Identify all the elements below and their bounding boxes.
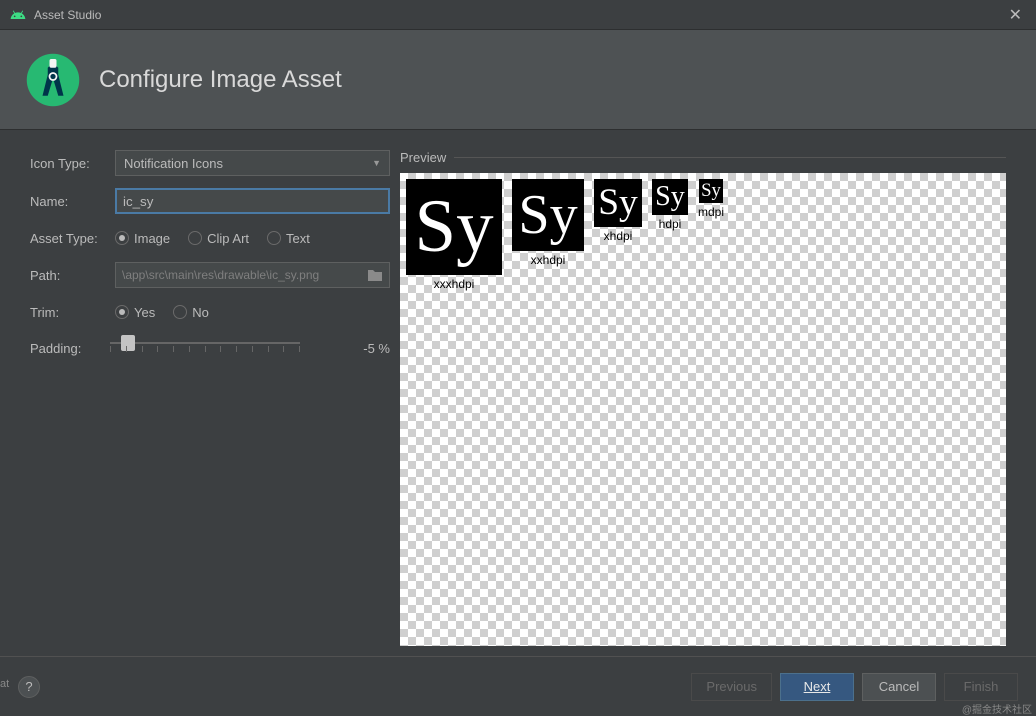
padding-slider[interactable] [110,338,300,358]
page-title: Configure Image Asset [99,66,342,94]
path-label: Path: [30,268,115,283]
path-value: \app\src\main\res\drawable\ic_sy.png [122,268,363,282]
radio-icon [115,305,129,319]
trim-yes[interactable]: Yes [115,305,155,320]
footer: ? Previous Next Cancel Finish [0,656,1036,716]
path-field[interactable]: \app\src\main\res\drawable\ic_sy.png [115,262,390,288]
preview-tile: Sy [652,179,688,215]
folder-icon[interactable] [367,268,383,282]
preview-canvas: SyxxxhdpiSyxxhdpiSyxhdpiSyhdpiSymdpi [400,173,1006,646]
trim-label: Trim: [30,305,115,320]
window-title: Asset Studio [34,8,1005,22]
title-bar: Asset Studio ✕ [0,0,1036,30]
preview-tile: Sy [406,179,502,275]
preview-item: Sy hdpi [652,179,688,231]
watermark: @掘金技术社区 [962,701,1032,716]
preview-item: Sy xxhdpi [512,179,584,267]
close-button[interactable]: ✕ [1005,5,1026,25]
next-button[interactable]: Next [780,673,854,701]
preview-item: Sy xhdpi [594,179,642,243]
name-label: Name: [30,194,115,209]
preview-tile-label: hdpi [659,217,682,231]
icon-type-label: Icon Type: [30,156,115,171]
chevron-down-icon: ▼ [372,158,381,168]
preview-tile-label: xxhdpi [531,253,566,267]
trim-no[interactable]: No [173,305,209,320]
preview-tile-label: xhdpi [604,229,633,243]
preview-legend: Preview [400,150,454,165]
padding-value: -5 % [330,341,390,356]
preview-panel: Preview SyxxxhdpiSyxxhdpiSyxhdpiSyhdpiSy… [400,150,1006,646]
finish-button[interactable]: Finish [944,673,1018,701]
preview-tile: Sy [512,179,584,251]
name-input[interactable] [115,188,390,214]
header: Configure Image Asset [0,30,1036,130]
asset-type-label: Asset Type: [30,231,115,246]
icon-type-value: Notification Icons [124,156,223,171]
preview-tile: Sy [594,179,642,227]
radio-icon [188,231,202,245]
android-icon [10,7,26,23]
asset-type-image[interactable]: Image [115,231,170,246]
preview-tile-label: xxxhdpi [434,277,475,291]
android-studio-logo [25,52,81,108]
asset-type-text[interactable]: Text [267,231,310,246]
trim-radio-group: Yes No [115,305,209,320]
radio-icon [173,305,187,319]
cancel-button[interactable]: Cancel [862,673,936,701]
form-panel: Icon Type: Notification Icons ▼ Name: As… [30,150,390,646]
padding-label: Padding: [30,341,110,356]
icon-type-select[interactable]: Notification Icons ▼ [115,150,390,176]
asset-type-clipart[interactable]: Clip Art [188,231,249,246]
radio-icon [115,231,129,245]
radio-icon [267,231,281,245]
help-button[interactable]: ? [18,676,40,698]
asset-type-radio-group: Image Clip Art Text [115,231,310,246]
preview-tile-label: mdpi [698,205,724,219]
previous-button[interactable]: Previous [691,673,772,701]
truncated-text: at [0,678,9,690]
body: Icon Type: Notification Icons ▼ Name: As… [0,130,1036,656]
preview-item: Sy xxxhdpi [406,179,502,291]
preview-item: Sy mdpi [698,179,724,219]
preview-tile: Sy [699,179,723,203]
